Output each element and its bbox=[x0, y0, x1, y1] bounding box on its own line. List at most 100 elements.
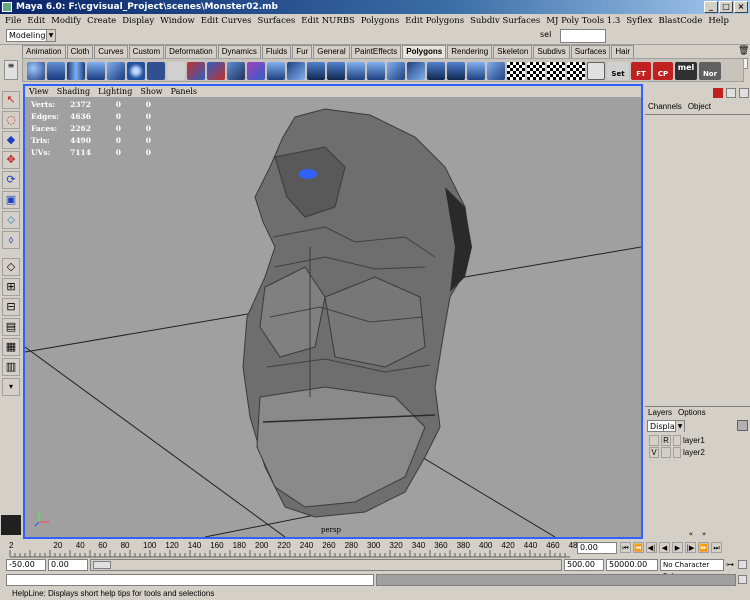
layer-display-type-toggle[interactable] bbox=[661, 447, 671, 458]
layer-row[interactable]: Rlayer1 bbox=[645, 435, 750, 447]
extract-icon[interactable] bbox=[227, 62, 245, 80]
shelf-tab-rendering[interactable]: Rendering bbox=[447, 45, 493, 58]
shelf-tab-painteffects[interactable]: PaintEffects bbox=[350, 45, 402, 58]
range-slider-bar[interactable] bbox=[90, 559, 562, 571]
shelf-tab-custom[interactable]: Custom bbox=[128, 45, 165, 58]
merge-edge-icon[interactable] bbox=[447, 62, 465, 80]
current-time-field[interactable]: 0.00 bbox=[577, 542, 617, 554]
single-perspective-layout-icon[interactable]: ◇ bbox=[2, 258, 20, 276]
perspective-viewport[interactable]: View Shading Lighting Show Panels Verts:… bbox=[23, 84, 643, 539]
move-tool-icon[interactable]: ✥ bbox=[2, 151, 20, 169]
menu-create[interactable]: Create bbox=[84, 16, 119, 26]
poly-sphere-icon[interactable] bbox=[27, 62, 45, 80]
shelf-tab-surfaces[interactable]: Surfaces bbox=[570, 45, 611, 58]
tool-settings-icon[interactable] bbox=[739, 88, 749, 98]
key-icon[interactable]: ⊶ bbox=[726, 560, 735, 569]
layer-color-swatch[interactable] bbox=[673, 447, 681, 458]
menu-set-dropdown[interactable]: Modeling ▼ bbox=[6, 29, 56, 42]
four-view-layout-icon[interactable]: ⊞ bbox=[2, 278, 20, 296]
append-polygon-icon[interactable] bbox=[467, 62, 485, 80]
shelf-tab-cloth[interactable]: Cloth bbox=[66, 45, 94, 58]
maximize-button[interactable]: □ bbox=[719, 1, 733, 13]
select-tool-icon[interactable]: ↖ bbox=[2, 91, 20, 109]
layer-display-dropdown[interactable]: Display ▼ bbox=[647, 420, 685, 432]
step-forward-key-icon[interactable]: ⏩ bbox=[698, 542, 709, 553]
viewport-menu-lighting[interactable]: Lighting bbox=[94, 86, 136, 97]
nor-shelf-button[interactable]: Nor bbox=[699, 62, 721, 80]
play-backwards-icon[interactable]: ◀ bbox=[659, 542, 670, 553]
maya-app-icon[interactable] bbox=[2, 2, 12, 12]
poly-torus-icon[interactable] bbox=[127, 62, 145, 80]
scale-tool-icon[interactable]: ▣ bbox=[2, 191, 20, 209]
step-back-key-icon[interactable]: ⏪ bbox=[633, 542, 644, 553]
shelf-tab-skeleton[interactable]: Skeleton bbox=[493, 45, 533, 58]
object-tab[interactable]: Object bbox=[688, 100, 711, 114]
shelf-tab-curves[interactable]: Curves bbox=[94, 45, 128, 58]
poly-cube-icon[interactable] bbox=[47, 62, 65, 80]
channel-box-icon[interactable] bbox=[713, 88, 723, 98]
menu-polygons[interactable]: Polygons bbox=[358, 16, 402, 26]
last-tool-icon[interactable]: ⬨ bbox=[2, 231, 20, 249]
wedge-face-icon[interactable] bbox=[387, 62, 405, 80]
trash-icon[interactable]: 🗑 bbox=[738, 46, 749, 56]
merge-vertices-icon[interactable] bbox=[427, 62, 445, 80]
layer-visibility-toggle[interactable]: V bbox=[649, 447, 659, 458]
mel-command-input[interactable] bbox=[6, 574, 374, 586]
preferences-icon[interactable] bbox=[738, 560, 747, 569]
menu-blastcode[interactable]: BlastCode bbox=[655, 16, 705, 26]
viewport-menu-shading[interactable]: Shading bbox=[53, 86, 94, 97]
playback-start-field[interactable]: 0.00 bbox=[48, 559, 88, 571]
scene-view[interactable] bbox=[25, 97, 641, 537]
layer-scroll-arrows[interactable]: « » bbox=[645, 530, 750, 538]
poly-plane-icon[interactable] bbox=[107, 62, 125, 80]
shelf-tab-fluids[interactable]: Fluids bbox=[261, 45, 292, 58]
viewport-menu-view[interactable]: View bbox=[25, 86, 53, 97]
start-time-field[interactable]: -50.00 bbox=[6, 559, 46, 571]
menu-subdiv-surfaces[interactable]: Subdiv Surfaces bbox=[467, 16, 543, 26]
mel-shelf-button[interactable]: mel bbox=[675, 62, 697, 80]
shelf-tab-animation[interactable]: Animation bbox=[22, 45, 66, 58]
lasso-tool-icon[interactable]: ◌ bbox=[2, 111, 20, 129]
manipulator-tool-icon[interactable]: ⬦ bbox=[2, 211, 20, 229]
poly-pipe-icon[interactable] bbox=[147, 62, 165, 80]
render-view-layout-icon[interactable]: ▥ bbox=[2, 358, 20, 376]
extrude-edge-icon[interactable] bbox=[327, 62, 345, 80]
layer-display-type-toggle[interactable]: R bbox=[661, 435, 671, 446]
ft-shelf-button[interactable]: FT bbox=[631, 62, 651, 80]
go-to-end-icon[interactable]: ⏭ bbox=[711, 542, 722, 553]
range-handle[interactable] bbox=[93, 561, 111, 569]
bevel-icon[interactable] bbox=[347, 62, 365, 80]
menu-edit[interactable]: Edit bbox=[24, 16, 48, 26]
shelf-tab-subdivs[interactable]: Subdivs bbox=[533, 45, 570, 58]
poly-cylinder-icon[interactable] bbox=[67, 62, 85, 80]
poly-helix-icon[interactable] bbox=[167, 62, 185, 80]
poly-cone-icon[interactable] bbox=[87, 62, 105, 80]
step-back-frame-icon[interactable]: ◀| bbox=[646, 542, 657, 553]
shelf-tab-hair[interactable]: Hair bbox=[611, 45, 635, 58]
cp-shelf-button[interactable]: CP bbox=[653, 62, 673, 80]
split-polygon-icon[interactable] bbox=[367, 62, 385, 80]
layer-color-swatch[interactable] bbox=[673, 435, 681, 446]
menu-mj-poly-tools-1-3[interactable]: MJ Poly Tools 1.3 bbox=[543, 16, 623, 26]
viewport-menu-show[interactable]: Show bbox=[136, 86, 166, 97]
combine-icon[interactable] bbox=[187, 62, 205, 80]
menu-display[interactable]: Display bbox=[119, 16, 157, 26]
create-layer-icon[interactable] bbox=[737, 420, 748, 431]
smooth-icon[interactable] bbox=[267, 62, 285, 80]
duplicate-face-icon[interactable] bbox=[407, 62, 425, 80]
hypershade-layout-icon[interactable]: ▦ bbox=[2, 338, 20, 356]
character-set-dropdown[interactable]: No Character Set bbox=[660, 559, 724, 580]
menu-file[interactable]: File bbox=[2, 16, 24, 26]
shelf-tab-deformation[interactable]: Deformation bbox=[165, 45, 217, 58]
shelf-tab-general[interactable]: General bbox=[313, 45, 350, 58]
set-shelf-button[interactable]: Set bbox=[607, 62, 629, 80]
paint-select-tool-icon[interactable]: ◆ bbox=[2, 131, 20, 149]
separate-icon[interactable] bbox=[207, 62, 225, 80]
quick-select-field[interactable] bbox=[560, 29, 606, 43]
extrude-face-icon[interactable] bbox=[307, 62, 325, 80]
play-forwards-icon[interactable]: ▶ bbox=[672, 542, 683, 553]
rotate-tool-icon[interactable]: ⟳ bbox=[2, 171, 20, 189]
planar-map-icon[interactable] bbox=[507, 62, 525, 80]
automatic-map-icon[interactable] bbox=[567, 62, 585, 80]
persp-outliner-layout-icon[interactable]: ⊟ bbox=[2, 298, 20, 316]
